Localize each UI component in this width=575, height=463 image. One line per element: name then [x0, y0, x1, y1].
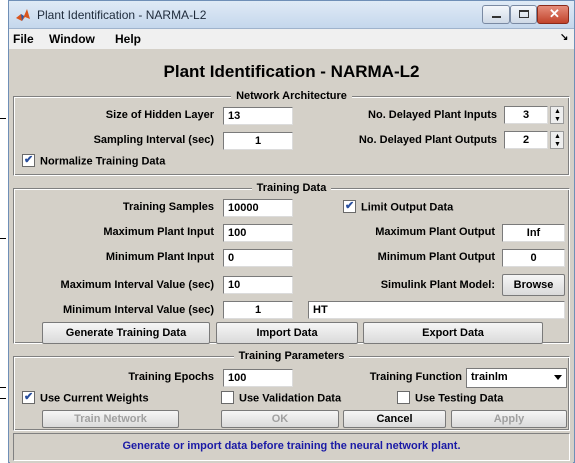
delayed-outputs-label: No. Delayed Plant Outputs: [358, 134, 497, 146]
training-epochs-label: Training Epochs: [128, 371, 214, 383]
normalize-label: Normalize Training Data: [40, 155, 166, 168]
import-data-button[interactable]: Import Data: [216, 322, 358, 344]
training-samples-label: Training Samples: [122, 201, 214, 213]
min-plant-input-label: Minimum Plant Input: [105, 251, 214, 263]
simulink-model-label: Simulink Plant Model:: [380, 279, 495, 291]
checkmark-icon: [343, 199, 356, 213]
window-title: Plant Identification - NARMA-L2: [37, 8, 207, 22]
edge-tick: [0, 238, 6, 239]
delayed-inputs-input[interactable]: 3: [504, 106, 548, 124]
minimize-button[interactable]: [482, 5, 510, 24]
maximize-icon: [519, 10, 529, 18]
menu-help[interactable]: Help: [115, 32, 141, 46]
delayed-inputs-spinner[interactable]: ▲ ▼: [550, 106, 564, 124]
hidden-layer-label: Size of Hidden Layer: [105, 109, 214, 121]
normalize-checkbox[interactable]: Normalize Training Data: [22, 153, 166, 171]
limit-output-checkbox[interactable]: Limit Output Data: [343, 199, 454, 217]
browse-button[interactable]: Browse: [502, 274, 565, 296]
limit-output-label: Limit Output Data: [361, 201, 454, 214]
minimize-icon: [492, 16, 501, 18]
use-testing-checkbox[interactable]: Use Testing Data: [397, 391, 504, 408]
sampling-interval-input[interactable]: 1: [223, 132, 293, 150]
spin-down-icon: ▼: [554, 116, 561, 123]
menu-window[interactable]: Window: [49, 32, 95, 46]
max-plant-input-label: Maximum Plant Input: [103, 226, 214, 238]
train-network-button[interactable]: Train Network: [42, 410, 179, 428]
edge-tick: [0, 387, 6, 388]
generate-training-data-button[interactable]: Generate Training Data: [42, 322, 210, 344]
status-message: Generate or import data before training …: [13, 433, 570, 461]
simulink-model-input[interactable]: HT: [308, 301, 565, 319]
panel-title: Training Data: [251, 182, 332, 194]
network-architecture-panel: Network Architecture Size of Hidden Laye…: [13, 90, 570, 176]
use-current-weights-label: Use Current Weights: [40, 392, 149, 405]
delayed-inputs-label: No. Delayed Plant Inputs: [368, 109, 497, 121]
training-function-select[interactable]: trainlm: [466, 368, 567, 388]
matlab-icon: [16, 9, 30, 21]
close-icon: ✕: [549, 6, 560, 21]
checkbox-icon: [397, 391, 410, 404]
min-plant-output-label: Minimum Plant Output: [377, 251, 495, 263]
use-current-weights-checkbox[interactable]: Use Current Weights: [22, 390, 149, 408]
panel-title: Network Architecture: [231, 90, 352, 102]
training-parameters-panel: Training Parameters Training Epochs 100 …: [13, 350, 570, 431]
min-plant-output-input[interactable]: 0: [502, 249, 565, 267]
min-interval-input[interactable]: 1: [223, 301, 293, 319]
menu-file[interactable]: File: [13, 32, 34, 46]
max-plant-output-label: Maximum Plant Output: [375, 226, 495, 238]
close-button[interactable]: ✕: [537, 5, 569, 24]
training-epochs-input[interactable]: 100: [223, 369, 293, 387]
maximize-button[interactable]: [510, 5, 537, 24]
use-validation-label: Use Validation Data: [239, 392, 342, 405]
edge-tick: [0, 398, 6, 399]
training-data-panel: Training Data Training Samples 10000 Max…: [13, 182, 570, 344]
ok-button[interactable]: OK: [221, 410, 339, 428]
sampling-interval-label: Sampling Interval (sec): [93, 134, 214, 146]
edge-tick: [0, 118, 6, 119]
spin-up-icon: ▲: [554, 108, 561, 115]
title-bar[interactable]: Plant Identification - NARMA-L2 ✕: [9, 1, 574, 29]
cancel-button[interactable]: Cancel: [343, 410, 446, 428]
max-interval-input[interactable]: 10: [223, 276, 293, 294]
delayed-outputs-input[interactable]: 2: [504, 131, 548, 149]
dialog-content: Plant Identification - NARMA-L2 Network …: [10, 49, 573, 463]
max-plant-output-input[interactable]: Inf: [502, 224, 565, 242]
export-data-button[interactable]: Export Data: [363, 322, 543, 344]
checkbox-icon: [221, 391, 234, 404]
delayed-outputs-spinner[interactable]: ▲ ▼: [550, 131, 564, 149]
checkmark-icon: [22, 390, 35, 404]
panel-title: Training Parameters: [233, 350, 350, 362]
training-function-label: Training Function: [369, 371, 462, 383]
training-samples-input[interactable]: 10000: [223, 199, 293, 217]
spin-up-icon: ▲: [554, 133, 561, 140]
apply-button[interactable]: Apply: [451, 410, 567, 428]
max-interval-label: Maximum Interval Value (sec): [60, 279, 214, 291]
max-plant-input-field[interactable]: 100: [223, 224, 293, 242]
dock-arrow-icon[interactable]: ↘: [560, 32, 568, 43]
training-function-value: trainlm: [471, 371, 508, 383]
dropdown-arrow-icon: [554, 375, 562, 380]
min-interval-label: Minimum Interval Value (sec): [63, 304, 214, 316]
use-testing-label: Use Testing Data: [415, 392, 504, 405]
hidden-layer-input[interactable]: 13: [223, 107, 293, 125]
checkmark-icon: [22, 153, 35, 167]
menu-bar: File Window Help ↘: [9, 29, 574, 49]
plant-identification-window: Plant Identification - NARMA-L2 ✕ File W…: [8, 0, 575, 463]
min-plant-input-field[interactable]: 0: [223, 249, 293, 267]
page-title: Plant Identification - NARMA-L2: [163, 62, 420, 81]
use-validation-checkbox[interactable]: Use Validation Data: [221, 391, 342, 408]
spin-down-icon: ▼: [554, 141, 561, 148]
